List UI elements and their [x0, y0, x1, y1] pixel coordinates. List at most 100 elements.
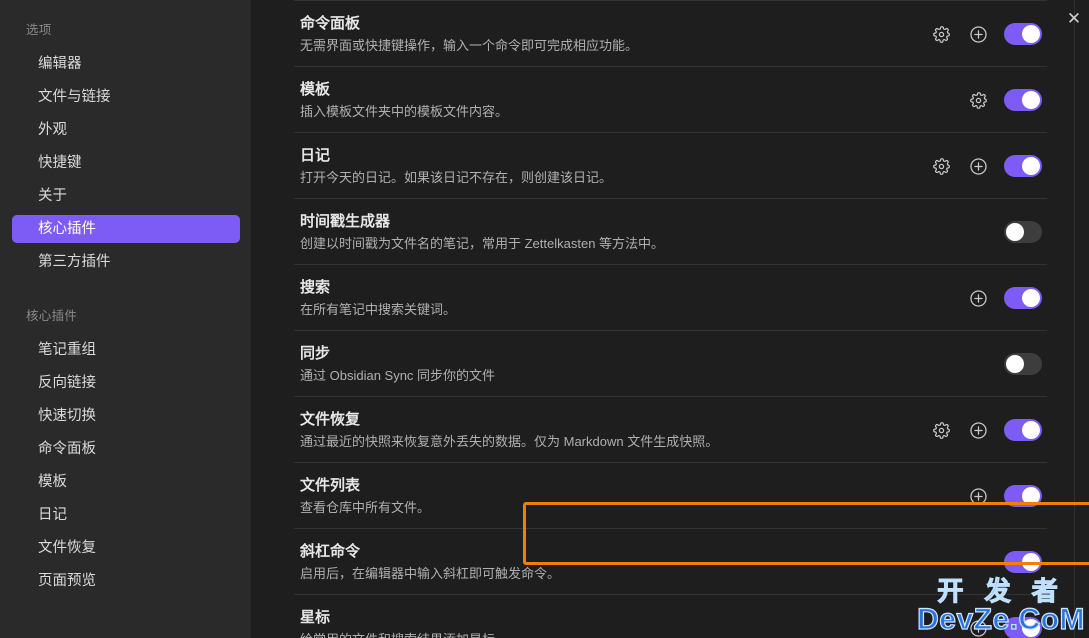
plugin-toggle[interactable]	[1004, 23, 1042, 45]
plugin-description: 在所有笔记中搜索关键词。	[300, 302, 457, 317]
plugin-controls	[967, 89, 1047, 111]
settings-sidebar: 选项 编辑器 文件与链接 外观 快捷键 关于 核心插件 第三方插件 核心插件 笔…	[0, 0, 252, 638]
plugin-row: 模板插入模板文件夹中的模板文件内容。	[294, 66, 1047, 132]
plus-circle-icon[interactable]	[967, 485, 989, 507]
plugin-row: 搜索在所有笔记中搜索关键词。	[294, 264, 1047, 330]
plugin-title: 日记	[300, 147, 331, 164]
plugin-controls	[930, 23, 1047, 45]
plugin-row: 日记打开今天的日记。如果该日记不存在，则创建该日记。	[294, 132, 1047, 198]
plus-circle-icon[interactable]	[967, 617, 989, 638]
plugin-title: 文件恢复	[300, 411, 361, 428]
toggle-knob	[1022, 553, 1040, 571]
plugin-text: 斜杠命令启用后，在编辑器中输入斜杠即可触发命令。	[294, 541, 560, 583]
plus-circle-icon[interactable]	[967, 419, 989, 441]
sidebar-item-command-palette[interactable]: 命令面板	[12, 435, 240, 463]
gear-icon[interactable]	[967, 89, 989, 111]
sidebar-heading-options: 选项	[26, 23, 52, 37]
close-icon[interactable]: ✕	[1061, 5, 1087, 31]
plugin-toggle[interactable]	[1004, 89, 1042, 111]
plugin-row: 星标给常用的文件和搜索结果添加星标。	[294, 594, 1047, 638]
toggle-knob	[1022, 487, 1040, 505]
plugin-controls	[1004, 221, 1047, 243]
sidebar-item-hotkeys[interactable]: 快捷键	[12, 149, 240, 177]
plugin-text: 文件列表查看仓库中所有文件。	[294, 475, 430, 517]
gear-icon[interactable]	[930, 419, 952, 441]
settings-modal: 选项 编辑器 文件与链接 外观 快捷键 关于 核心插件 第三方插件 核心插件 笔…	[0, 0, 1089, 638]
plugin-description: 启用后，在编辑器中输入斜杠即可触发命令。	[300, 566, 561, 581]
toggle-knob	[1022, 421, 1040, 439]
plugin-controls	[1004, 353, 1047, 375]
plugin-description: 创建以时间戳为文件名的笔记，常用于 Zettelkasten 等方法中。	[300, 236, 665, 251]
settings-main-panel: 命令面板 无需界面或快捷键操作，输入一个命令即可完成相应功能。模板插入模板文件夹中…	[252, 0, 1089, 638]
sidebar-group-core-plugins: 核心插件 笔记重组 反向链接 快速切换 命令面板 模板 日记 文件恢复 页面预览	[0, 308, 252, 595]
sidebar-item-core-plugins[interactable]: 核心插件	[12, 215, 240, 243]
plugin-text: 命令面板 无需界面或快捷键操作，输入一个命令即可完成相应功能。	[294, 13, 638, 55]
plus-circle-icon[interactable]	[967, 155, 989, 177]
plugin-controls	[967, 485, 1047, 507]
gear-icon[interactable]	[930, 23, 952, 45]
toggle-knob	[1022, 91, 1040, 109]
toggle-knob	[1022, 289, 1040, 307]
plugin-row: 文件列表查看仓库中所有文件。	[294, 462, 1047, 528]
toggle-knob	[1022, 619, 1040, 637]
plus-circle-icon[interactable]	[967, 23, 989, 45]
plugin-title: 命令面板	[300, 15, 361, 32]
panel-divider	[1074, 0, 1075, 638]
gear-icon[interactable]	[930, 155, 952, 177]
plugin-description: 打开今天的日记。如果该日记不存在，则创建该日记。	[300, 170, 613, 185]
plugin-controls	[1004, 551, 1047, 573]
plugin-text: 日记打开今天的日记。如果该日记不存在，则创建该日记。	[294, 145, 612, 187]
plugin-list[interactable]: 命令面板 无需界面或快捷键操作，输入一个命令即可完成相应功能。模板插入模板文件夹中…	[252, 0, 1089, 638]
sidebar-item-templates[interactable]: 模板	[12, 468, 240, 496]
sidebar-item-files-links[interactable]: 文件与链接	[12, 83, 240, 111]
sidebar-item-page-preview[interactable]: 页面预览	[12, 567, 240, 595]
plugin-row: 命令面板 无需界面或快捷键操作，输入一个命令即可完成相应功能。	[294, 0, 1047, 66]
toggle-knob	[1006, 355, 1024, 373]
sidebar-item-daily-notes[interactable]: 日记	[12, 501, 240, 529]
plugin-controls	[930, 155, 1047, 177]
plugin-title: 模板	[300, 81, 331, 98]
plugin-text: 同步 通过 Obsidian Sync 同步你的文件	[294, 343, 495, 385]
plugin-text: 星标给常用的文件和搜索结果添加星标。	[294, 607, 508, 638]
plugin-row: 斜杠命令启用后，在编辑器中输入斜杠即可触发命令。	[294, 528, 1047, 594]
sidebar-item-backlinks[interactable]: 反向链接	[12, 369, 240, 397]
plugin-description: 给常用的文件和搜索结果添加星标。	[300, 631, 508, 638]
plugin-description: 查看仓库中所有文件。	[300, 500, 431, 515]
plugin-text: 文件恢复 通过最近的快照来恢复意外丢失的数据。仅为 Markdown 文件生成快照…	[294, 409, 718, 451]
toggle-knob	[1022, 25, 1040, 43]
plugin-toggle[interactable]	[1004, 155, 1042, 177]
sidebar-item-about[interactable]: 关于	[12, 182, 240, 210]
plugin-title: 文件列表	[300, 477, 361, 494]
plugin-toggle[interactable]	[1004, 485, 1042, 507]
sidebar-item-file-recovery[interactable]: 文件恢复	[12, 534, 240, 562]
plugin-toggle[interactable]	[1004, 551, 1042, 573]
plugin-toggle[interactable]	[1004, 221, 1042, 243]
plugin-title: 星标	[300, 609, 331, 626]
plugin-text: 时间戳生成器创建以时间戳为文件名的笔记，常用于 Zettelkasten 等方法…	[294, 211, 664, 253]
plugin-controls	[930, 419, 1047, 441]
sidebar-item-editor[interactable]: 编辑器	[12, 50, 240, 78]
plugin-toggle[interactable]	[1004, 617, 1042, 638]
sidebar-item-note-composer[interactable]: 笔记重组	[12, 336, 240, 364]
plugin-title: 搜索	[300, 279, 331, 296]
plugin-description: 通过 Obsidian Sync 同步你的文件	[300, 368, 496, 383]
sidebar-item-community-plugins[interactable]: 第三方插件	[12, 248, 240, 276]
plugin-description: 插入模板文件夹中的模板文件内容。	[300, 104, 509, 119]
plugin-title: 时间戳生成器	[300, 213, 391, 230]
plugin-toggle[interactable]	[1004, 353, 1042, 375]
sidebar-heading-core-plugins: 核心插件	[26, 309, 78, 323]
plugin-text: 搜索在所有笔记中搜索关键词。	[294, 277, 456, 319]
sidebar-group-options: 选项 编辑器 文件与链接 外观 快捷键 关于 核心插件 第三方插件	[0, 22, 252, 276]
plugin-title: 斜杠命令	[300, 543, 361, 560]
plugin-toggle[interactable]	[1004, 287, 1042, 309]
sidebar-item-appearance[interactable]: 外观	[12, 116, 240, 144]
plus-circle-icon[interactable]	[967, 287, 989, 309]
plugin-row: 同步 通过 Obsidian Sync 同步你的文件	[294, 330, 1047, 396]
plugin-row: 文件恢复 通过最近的快照来恢复意外丢失的数据。仅为 Markdown 文件生成快照…	[294, 396, 1047, 462]
toggle-knob	[1006, 223, 1024, 241]
plugin-controls	[967, 617, 1047, 638]
plugin-toggle[interactable]	[1004, 419, 1042, 441]
sidebar-item-quick-switcher[interactable]: 快速切换	[12, 402, 240, 430]
plugin-row: 时间戳生成器创建以时间戳为文件名的笔记，常用于 Zettelkasten 等方法…	[294, 198, 1047, 264]
